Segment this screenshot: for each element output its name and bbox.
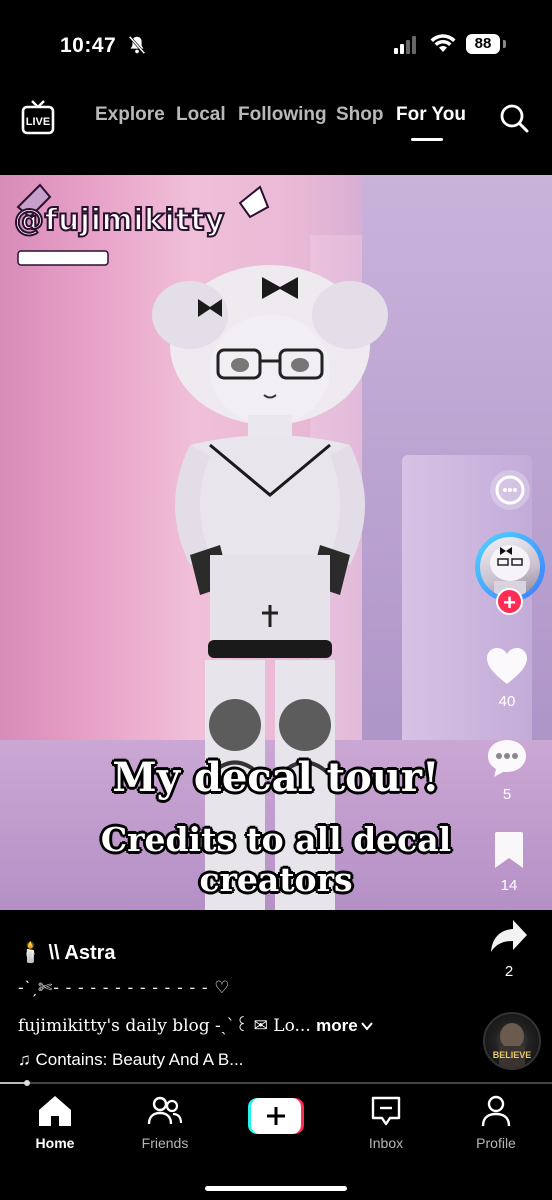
nav-home[interactable]: Home: [5, 1094, 105, 1151]
wifi-icon: [430, 34, 456, 52]
live-label: LIVE: [26, 116, 50, 128]
status-time: 10:47: [60, 34, 117, 57]
disc-label: BELIEVE: [492, 1050, 532, 1060]
follow-button[interactable]: +: [496, 588, 523, 615]
active-tab-indicator: [411, 138, 443, 141]
tab-shop[interactable]: Shop: [336, 104, 384, 126]
search-icon[interactable]: [498, 102, 530, 134]
share-button[interactable]: 2: [464, 918, 552, 980]
more-label: more: [316, 1016, 358, 1035]
battery-indicator: 88: [466, 34, 500, 54]
status-bar: 10:47 88: [0, 0, 552, 90]
tab-following[interactable]: Following: [238, 104, 327, 126]
video-progress-bar[interactable]: [0, 1080, 552, 1086]
share-count: 2: [504, 963, 514, 980]
bottom-nav: Home Friends Inbox Profile: [0, 1086, 552, 1200]
ai-assistant-icon[interactable]: [488, 468, 532, 512]
tab-explore[interactable]: Explore: [95, 104, 165, 126]
watermark-username: @fujimikitty: [13, 202, 226, 239]
comment-button[interactable]: 5: [462, 737, 552, 803]
chevron-down-icon: [360, 1022, 373, 1031]
save-button[interactable]: 14: [464, 830, 552, 894]
home-icon: [39, 1096, 71, 1126]
cellular-signal-icon: [394, 36, 416, 54]
like-button[interactable]: 40: [462, 646, 552, 710]
bookmark-icon: [495, 832, 523, 868]
profile-icon: [481, 1095, 511, 1127]
comment-icon: [488, 740, 526, 777]
top-nav: LIVE Explore Local Following Shop For Yo…: [0, 92, 552, 152]
heart-icon: [487, 648, 527, 684]
friends-icon: [147, 1096, 183, 1125]
share-arrow-icon: [491, 920, 527, 952]
inbox-icon: [371, 1096, 401, 1126]
tab-local[interactable]: Local: [176, 104, 226, 126]
save-count: 14: [500, 877, 518, 894]
post-description[interactable]: fujimikitty's daily blog -ˏˋ꒰ ✉ Lo... mo…: [18, 1014, 373, 1036]
post-author[interactable]: 🕯️ \\ Astra: [18, 940, 116, 965]
music-ticker[interactable]: ♫ Contains: Beauty And A B...: [18, 1050, 243, 1070]
music-disc[interactable]: BELIEVE: [483, 1012, 541, 1070]
nav-friends[interactable]: Friends: [115, 1094, 215, 1151]
tab-for-you[interactable]: For You: [396, 104, 466, 126]
more-button[interactable]: more: [316, 1016, 373, 1035]
battery-tip: [503, 40, 506, 48]
nav-inbox-label: Inbox: [368, 1135, 404, 1151]
avatar-character-image: [152, 265, 388, 910]
like-count: 40: [498, 693, 516, 710]
comment-count: 5: [502, 786, 512, 803]
nav-home-label: Home: [35, 1135, 75, 1151]
create-plus-button[interactable]: [248, 1098, 304, 1134]
home-indicator[interactable]: [205, 1186, 347, 1191]
nav-profile-label: Profile: [476, 1135, 516, 1151]
live-icon[interactable]: LIVE: [20, 100, 56, 136]
caption-credits-text: Credits to all decal creators: [100, 820, 452, 899]
nav-profile[interactable]: Profile: [446, 1094, 546, 1151]
nav-inbox[interactable]: Inbox: [336, 1094, 436, 1151]
bell-mute-icon: [128, 35, 146, 55]
description-text: fujimikitty's daily blog -ˏˋ꒰ ✉ Lo...: [18, 1016, 311, 1036]
post-decorative-line: -ˋˏ✄- - - - - - - - - - - - - ♡: [18, 978, 231, 997]
nav-friends-label: Friends: [141, 1135, 189, 1151]
